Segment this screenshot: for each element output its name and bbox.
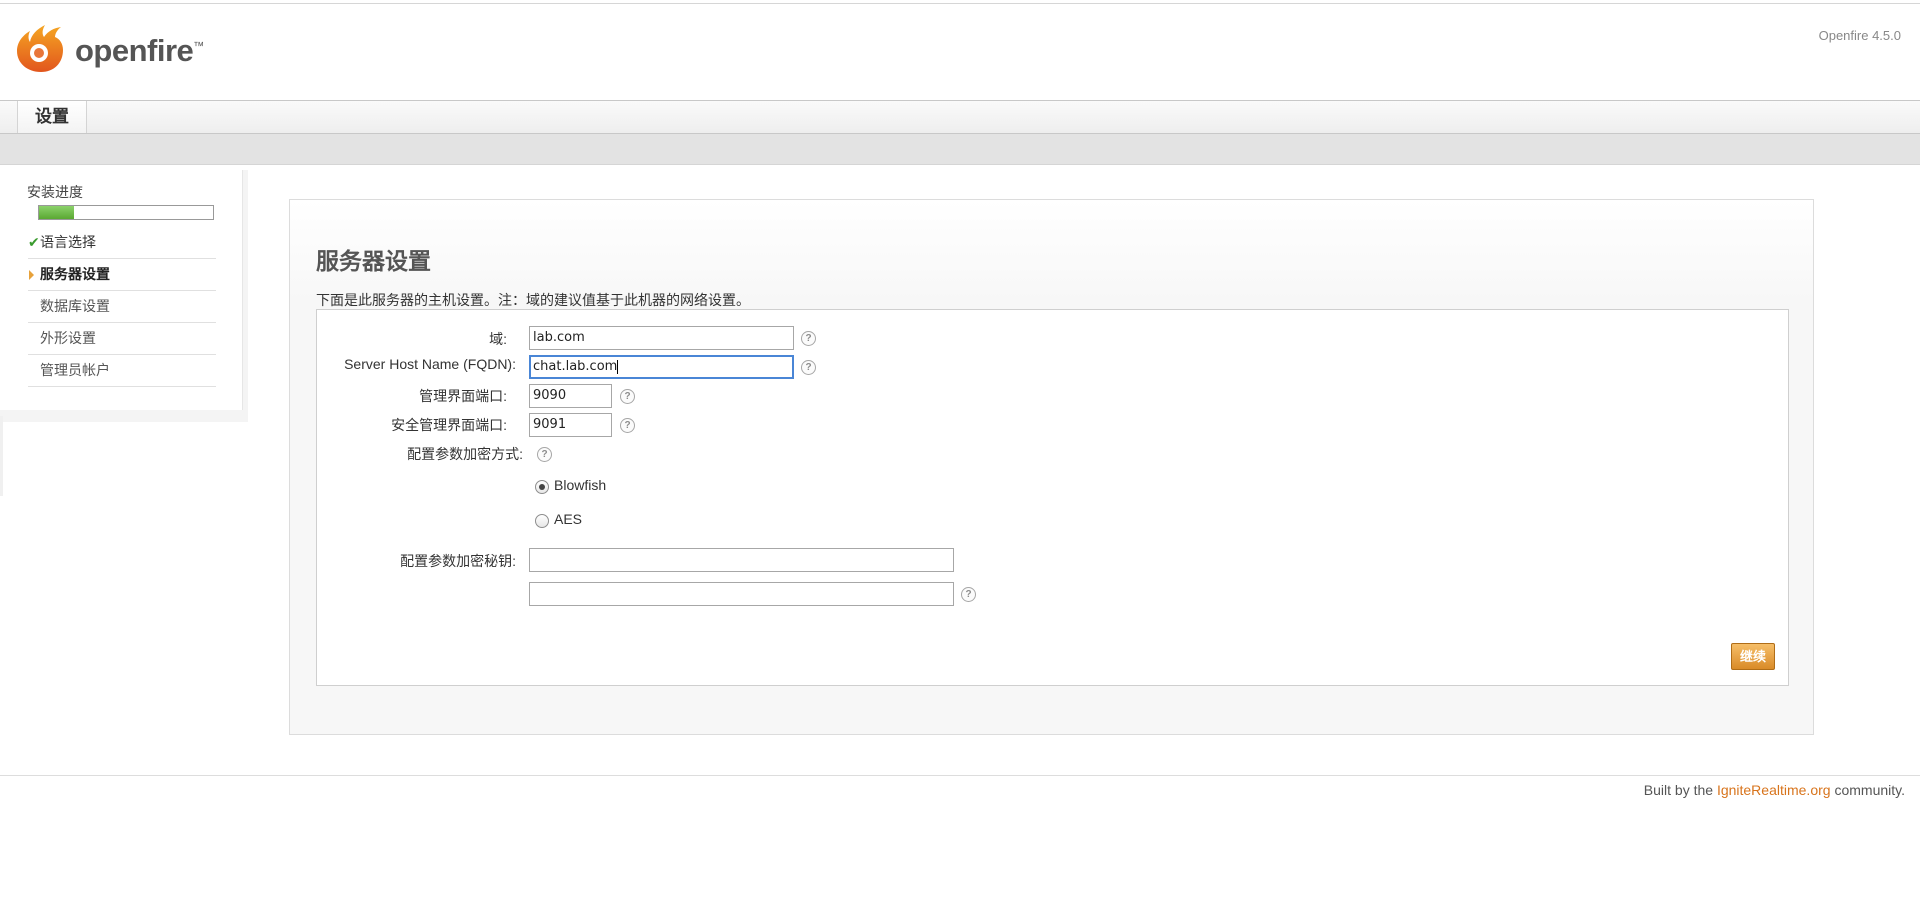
encryption-key-confirm-field[interactable] [529,582,954,606]
fqdn-label: Server Host Name (FQDN): [344,356,516,372]
footer: Built by the IgniteRealtime.org communit… [1644,782,1905,798]
footer-rule [0,775,1920,776]
admin-port-label: 管理界面端口: [419,388,507,404]
sidebar-title: 安装进度 [27,184,83,200]
checkmark-icon: ✔ [28,234,40,250]
aes-label[interactable]: AES [554,511,582,527]
question-circle-icon[interactable]: ? [801,331,816,346]
subnav-band [0,134,1920,165]
progress-fill [39,206,74,219]
question-circle-icon[interactable]: ? [961,587,976,602]
step-label: 语言选择 [40,234,96,250]
setup-steps: ✔ 语言选择 服务器设置 数据库设置 外形设置 管理员帐户 [28,227,216,387]
secure-admin-port-label: 安全管理界面端口: [391,417,507,433]
footer-prefix: Built by the [1643,782,1717,798]
page-title: 服务器设置 [316,248,431,274]
sidebar: 安装进度 ✔ 语言选择 服务器设置 数据库设置 外形设置 管理员帐户 [0,170,248,422]
encryption-key-field[interactable] [529,548,954,572]
text-caret [617,359,619,374]
version-label: Openfire 4.5.0 [1818,28,1901,43]
tab-bar: 设置 [0,100,1920,134]
step-profile: 外形设置 [28,323,216,355]
question-circle-icon[interactable]: ? [801,360,816,375]
footer-suffix: community. [1830,782,1905,798]
step-label: 外形设置 [40,330,96,346]
sidebar-edge [0,416,3,496]
ignite-realtime-link[interactable]: IgniteRealtime.org [1717,782,1831,798]
blowfish-radio[interactable] [535,480,549,494]
encryption-method-label: 配置参数加密方式: [407,446,523,462]
logo-wordmark: openfire™ [75,33,204,68]
tab-setup[interactable]: 设置 [17,101,87,133]
question-circle-icon[interactable]: ? [620,389,635,404]
question-circle-icon[interactable]: ? [620,418,635,433]
setup-progress-bar [38,205,214,220]
encryption-key-label: 配置参数加密秘钥: [400,553,516,569]
blowfish-label[interactable]: Blowfish [554,477,606,493]
aes-radio[interactable] [535,514,549,528]
fqdn-field[interactable]: chat.lab.com [529,355,794,379]
intro-text: 下面是此服务器的主机设置。注：域的建议值基于此机器的网络设置。 [316,292,750,308]
step-admin-account: 管理员帐户 [28,355,216,387]
openfire-logo-icon [17,25,63,72]
continue-button[interactable]: 继续 [1731,643,1775,670]
header: openfire™ Openfire 4.5.0 [0,4,1920,100]
step-database: 数据库设置 [28,291,216,323]
triangle-right-icon [29,270,34,280]
step-language: ✔ 语言选择 [28,227,216,259]
domain-label: 域: [489,331,507,347]
step-label: 数据库设置 [40,298,110,314]
secure-admin-port-field[interactable]: 9091 [529,413,612,437]
question-circle-icon[interactable]: ? [537,447,552,462]
admin-port-field[interactable]: 9090 [529,384,612,408]
step-server-settings: 服务器设置 [28,259,216,291]
step-label: 服务器设置 [40,266,110,282]
domain-field[interactable]: lab.com [529,326,794,350]
step-label: 管理员帐户 [40,362,110,378]
sidebar-panel: 安装进度 ✔ 语言选择 服务器设置 数据库设置 外形设置 管理员帐户 [0,170,243,410]
